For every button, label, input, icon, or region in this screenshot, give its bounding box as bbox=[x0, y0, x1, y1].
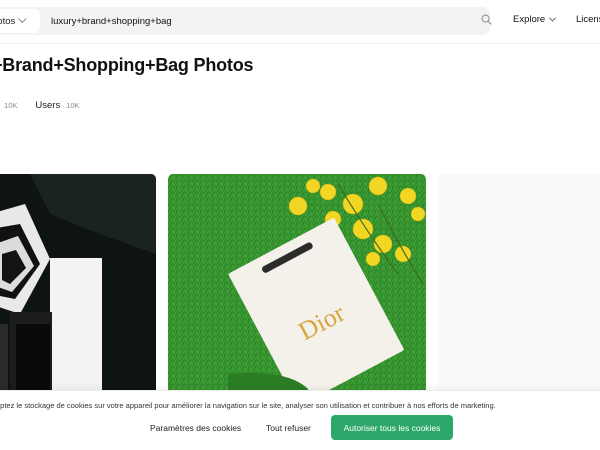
tab-count: 10K bbox=[4, 101, 18, 110]
photo-card[interactable]: Dior bbox=[168, 174, 426, 404]
photo-card[interactable] bbox=[0, 174, 156, 404]
tab-label: Users bbox=[35, 100, 61, 111]
chevron-down-icon bbox=[18, 14, 27, 24]
nav-explore-label: Explore bbox=[513, 14, 546, 25]
chevron-down-icon bbox=[549, 14, 557, 22]
nav-explore[interactable]: Explore bbox=[513, 14, 557, 25]
accept-all-button[interactable]: Autoriser tous les cookies bbox=[331, 415, 453, 440]
result-tabs: os 10K Users 10K bbox=[0, 100, 80, 111]
cookie-text: eptez le stockage de cookies sur votre a… bbox=[0, 401, 496, 410]
search-icon[interactable] bbox=[481, 14, 492, 25]
nav-license[interactable]: Licens bbox=[576, 14, 600, 25]
search-input[interactable] bbox=[51, 7, 451, 35]
photo-image bbox=[0, 174, 156, 404]
refuse-all-button[interactable]: Tout refuser bbox=[266, 423, 311, 433]
tab-photos[interactable]: os 10K bbox=[0, 100, 17, 111]
media-type-label: hotos bbox=[0, 15, 16, 27]
tab-count: 10K bbox=[66, 101, 80, 110]
top-bar: hotos Explore Licens bbox=[0, 0, 600, 44]
photo-image: Dior bbox=[168, 174, 426, 404]
cookie-banner: eptez le stockage de cookies sur votre a… bbox=[0, 390, 600, 450]
cookie-settings-button[interactable]: Paramètres des cookies bbox=[150, 423, 241, 433]
page-title: +Brand+Shopping+Bag Photos bbox=[0, 55, 254, 75]
media-type-select[interactable]: hotos bbox=[0, 9, 40, 33]
tab-users[interactable]: Users 10K bbox=[35, 100, 79, 111]
photo-card-placeholder bbox=[437, 174, 600, 404]
search-bar: hotos bbox=[0, 7, 490, 35]
